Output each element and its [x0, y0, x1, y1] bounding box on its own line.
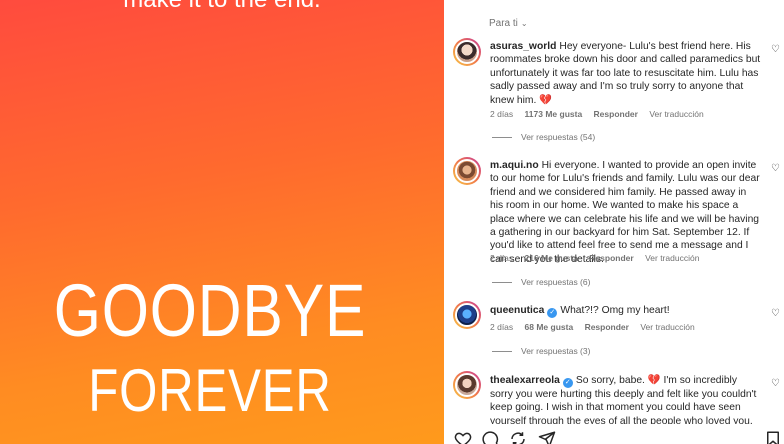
comment-meta: 2 días 68 Me gusta Responder Ver traducc… [490, 322, 704, 332]
comment-meta: 2 días 216 Me gusta Responder Ver traduc… [490, 253, 708, 263]
reply-button[interactable]: Responder [589, 253, 633, 263]
reply-button[interactable]: Responder [594, 109, 638, 119]
comment-like-heart-icon[interactable]: ♡ [771, 163, 780, 174]
comment-icon[interactable] [481, 430, 499, 444]
view-replies-button[interactable]: Ver respuestas (54) [492, 132, 595, 142]
comment-time: 2 días [490, 109, 514, 119]
verified-badge-icon: ✓ [562, 378, 573, 388]
chevron-down-icon: ⌄ [520, 19, 528, 28]
divider-line [492, 137, 512, 139]
image-top-caption: make it to the end. [0, 0, 444, 14]
post-image: make it to the end. GOODBYE FOREVER [0, 0, 444, 444]
divider-line [492, 351, 512, 353]
reply-button[interactable]: Responder [585, 322, 629, 332]
avatar[interactable] [453, 157, 481, 185]
translate-link[interactable]: Ver traducción [645, 253, 699, 263]
comment-meta: 2 días 1173 Me gusta Responder Ver tradu… [490, 109, 713, 119]
view-replies-button[interactable]: Ver respuestas (3) [492, 346, 590, 356]
comment-likes[interactable]: 216 Me gusta [525, 253, 578, 263]
comment-likes[interactable]: 68 Me gusta [525, 322, 574, 332]
comment-text: thealexarreola ✓ So sorry, babe. 💔 I'm so … [490, 375, 757, 424]
comment-time: 2 días [490, 322, 514, 332]
comment-time: 2 días [490, 253, 514, 263]
avatar[interactable] [453, 301, 481, 329]
comment-text: asuras_world Hey everyone- Lulu's best fr… [490, 41, 761, 106]
comment-likes[interactable]: 1173 Me gusta [525, 109, 583, 119]
post-actions-bar [454, 428, 784, 444]
avatar[interactable] [453, 38, 481, 66]
comment-like-heart-icon[interactable]: ♡ [771, 44, 780, 55]
image-title-goodbye: GOODBYE [53, 269, 367, 352]
comment-username[interactable]: m.aqui.no [490, 160, 539, 171]
bookmark-icon[interactable] [764, 430, 782, 444]
comment-username[interactable]: asuras_world [490, 41, 556, 52]
comment-text: m.aqui.no Hi everyone. I wanted to provid… [490, 160, 760, 265]
translate-link[interactable]: Ver traducción [640, 322, 694, 332]
view-replies-button[interactable]: Ver respuestas (6) [492, 277, 590, 287]
sort-dropdown[interactable]: Para ti ⌄ [489, 18, 528, 29]
broken-heart-emoji: 💔 [647, 375, 661, 386]
comment-username[interactable]: thealexarreola [490, 375, 560, 386]
comment-text: queenutica ✓ What?!? Omg my heart! [490, 305, 670, 318]
avatar[interactable] [453, 371, 481, 399]
comment-like-heart-icon[interactable]: ♡ [771, 308, 780, 319]
heart-icon[interactable] [454, 430, 472, 444]
broken-heart-emoji: 💔 [539, 94, 553, 106]
verified-badge-icon: ✓ [547, 308, 558, 318]
translate-link[interactable]: Ver traducción [649, 109, 703, 119]
share-icon[interactable] [509, 430, 527, 444]
image-title-forever: FOREVER [88, 357, 332, 424]
sort-label: Para ti [489, 18, 518, 29]
comment-username[interactable]: queenutica [490, 305, 544, 316]
send-icon[interactable] [538, 430, 556, 444]
divider-line [492, 282, 512, 284]
comment-like-heart-icon[interactable]: ♡ [771, 378, 780, 389]
comments-panel: Para ti ⌄ asuras_world Hey everyone- Lulu'… [444, 0, 784, 444]
